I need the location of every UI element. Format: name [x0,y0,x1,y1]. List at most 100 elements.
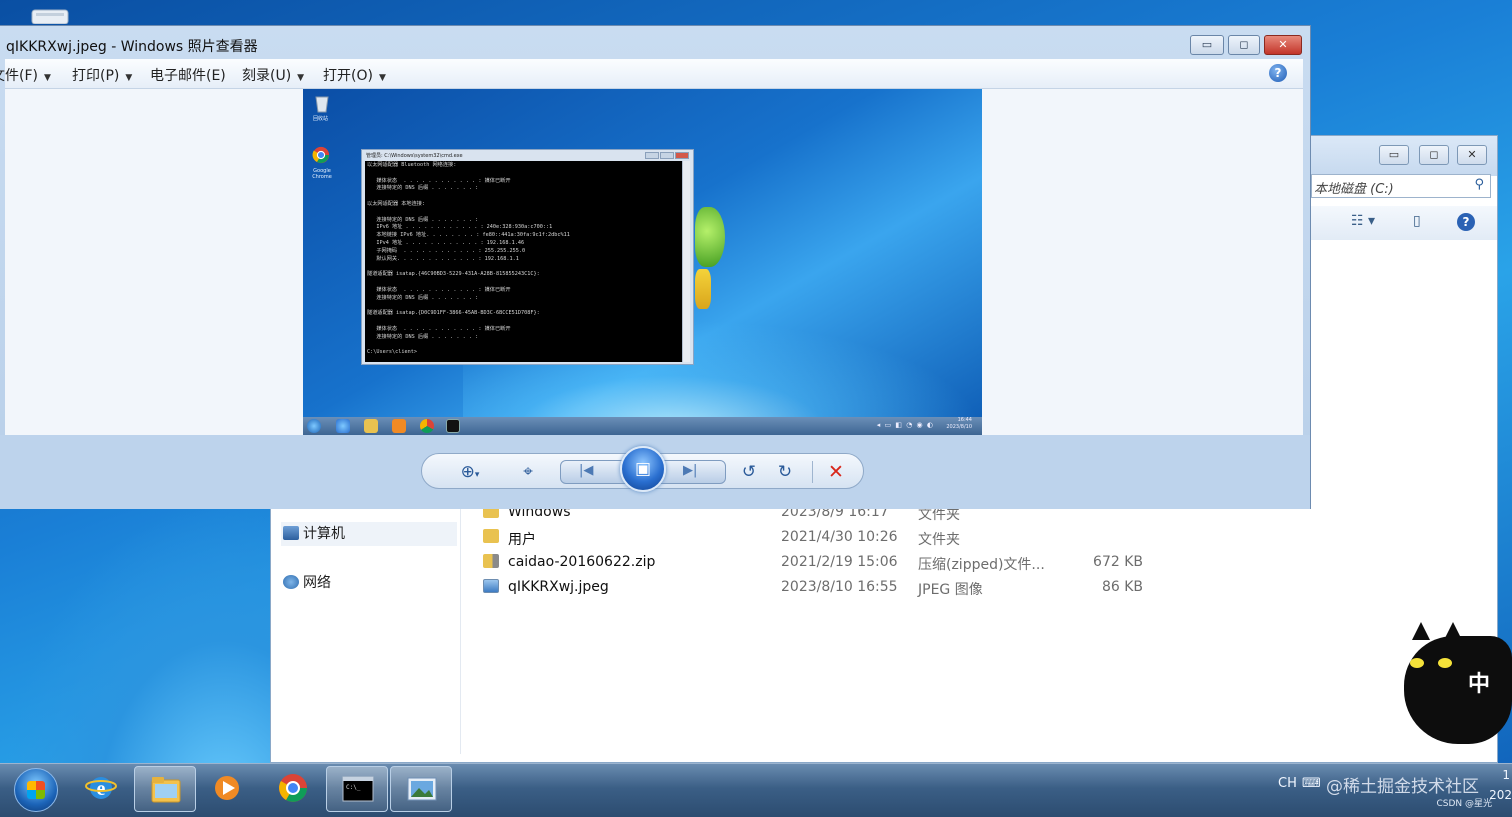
help-icon[interactable]: ? [1457,213,1475,231]
minimize-button[interactable]: ▭ [1190,35,1224,55]
help-icon[interactable]: ? [1269,64,1287,82]
windows-logo-fragment [695,269,711,309]
rotate-right-icon[interactable]: ↻ [771,460,799,484]
ime-indicator[interactable]: 中 [1468,666,1490,698]
explorer-icon [151,777,181,803]
cmd-line [367,302,681,310]
chevron-down-icon: ▼ [378,73,386,83]
menu-email[interactable]: 电子邮件(E) [150,65,226,85]
file-size: 86 KB [1101,579,1143,595]
minimize-button[interactable]: ▭ [1379,145,1409,165]
taskbar-app-explorer[interactable] [134,766,196,812]
window-title: qIKKRXwj.jpeg - Windows 照片查看器 [6,39,258,55]
nav-item-label: 计算机 [303,526,345,542]
chrome-icon [312,146,330,164]
cmd-line [367,209,681,217]
watermark-text: @稀土掘金技术社区 [1326,777,1479,797]
cmd-line: 媒体状态 . . . . . . . . . . . . : 媒体已断开 [367,286,511,293]
search-icon[interactable]: ⚲ [1474,177,1484,192]
chevron-down-icon: ▼ [297,73,305,83]
file-date: 2023/8/10 16:55 [781,579,898,595]
nav-item-computer[interactable]: 计算机 [281,522,457,546]
cmd-line: 子网掩码 . . . . . . . . . . . . : 255.255.2… [367,247,526,254]
file-row[interactable]: 用户 2021/4/30 10:26 文件夹 [483,526,1163,550]
start-button[interactable] [14,768,58,812]
file-name: caidao-20160622.zip [508,554,656,570]
file-name: 用户 [508,532,536,548]
previous-icon[interactable]: |◀ [579,463,593,478]
close-button[interactable]: ✕ [1264,35,1302,55]
file-size: 672 KB [1093,554,1143,570]
clock-time[interactable]: 1 [1502,768,1510,782]
tray-icons: ◂ ▭ ◧ ◔ ◉ ◐ [876,421,934,429]
menu-file[interactable]: 文件(F)▼ [0,65,51,85]
windows-logo-fragment [695,207,725,267]
preview-pane-icon[interactable]: ▯ [1413,213,1421,229]
desktop-icon-label: Google Chrome [312,168,332,180]
nav-item-label: 网络 [303,575,331,591]
cmd-line [367,170,681,178]
internet-explorer-icon [336,419,350,433]
taskbar-app-ie[interactable]: e [70,766,132,812]
language-indicator[interactable]: CH [1278,776,1297,791]
clock-date[interactable]: 202 [1489,788,1512,802]
taskbar-app-photo-viewer[interactable] [390,766,452,812]
menu-bar: 文件(F)▼ 打印(P)▼ 电子邮件(E) 刻录(U)▼ 打开(O)▼ ? [0,59,1303,89]
cmd-title: 管理员: C:\Windows\system32\cmd.exe [366,153,463,159]
cmd-line: 隧道适配器 isatap.{D0C9D1FF-3866-45AB-BD3C-6B… [367,310,540,317]
displayed-photo: 回收站 Google Chrome 管理员: C:\Windows\system… [303,89,982,435]
taskbar-app-media[interactable] [196,766,258,812]
explorer-toolbar: ☷ ▾ ▯ ? [1311,206,1497,240]
zip-folder-icon [483,554,499,568]
desktop-wallpaper [0,500,280,770]
cmd-output: 以太网适配器 Bluetooth 网络连接: 媒体状态 . . . . . . … [365,161,683,362]
delete-icon[interactable]: ✕ [822,460,850,484]
taskbar-app-cmd[interactable]: C:\_ [326,766,388,812]
file-row[interactable]: qIKKRXwj.jpeg 2023/8/10 16:55 JPEG 图像 86… [483,576,1163,600]
cmd-line: 以太网适配器 本地连接: [367,200,426,207]
rotate-left-icon[interactable]: ↺ [735,460,763,484]
photo-taskbar: ◂ ▭ ◧ ◔ ◉ ◐ 16:44 2023/8/10 [303,417,982,435]
close-button[interactable]: ✕ [1457,145,1487,165]
view-options-icon[interactable]: ☷ ▾ [1351,213,1375,229]
maximize-button[interactable]: ◻ [1419,145,1449,165]
cat-eye [1410,658,1424,668]
file-type: JPEG 图像 [918,582,983,598]
address-bar[interactable]: 本地磁盘 (C:) ⚲ [1311,174,1491,198]
explorer-icon [364,419,378,433]
photo-viewer-window: qIKKRXwj.jpeg - Windows 照片查看器 ▭ ◻ ✕ 文件(F… [0,25,1311,509]
cmd-line: 隧道适配器 isatap.{46C90BD3-5229-431A-A28B-81… [367,271,540,278]
cmd-line: 媒体状态 . . . . . . . . . . . . : 媒体已断开 [367,325,511,332]
taskbar-app-chrome[interactable] [262,766,324,812]
cmd-line [367,341,681,349]
menu-open[interactable]: 打开(O) ▼ [323,65,386,85]
menu-burn[interactable]: 刻录(U) ▼ [242,65,304,85]
media-player-icon [215,776,239,800]
file-row[interactable]: caidao-20160622.zip 2021/2/19 15:06 压缩(z… [483,551,1163,575]
keyboard-icon[interactable]: ⌨ [1302,776,1321,791]
cmd-window-screenshot: 管理员: C:\Windows\system32\cmd.exe 以太网适配器 … [361,149,694,365]
zoom-icon[interactable]: ⊕▾ [452,460,488,484]
menu-print[interactable]: 打印(P) ▼ [72,65,132,85]
chrome-icon [279,774,307,802]
recycle-bin-icon[interactable] [28,4,72,24]
cmd-line: 连接特定的 DNS 后缀 . . . . . . . : [367,333,479,340]
cmd-line: 默认网关. . . . . . . . . . . . . : 192.168.… [367,255,519,262]
slideshow-icon[interactable]: ▣ [620,446,666,492]
fit-icon[interactable]: ⌖ [514,460,542,484]
maximize-button[interactable]: ◻ [1228,35,1260,55]
chevron-down-icon: ▼ [43,73,51,83]
cmd-line: IPv4 地址 . . . . . . . . . . . . : 192.16… [367,239,525,246]
nav-item-network[interactable]: 网络 [281,571,457,595]
next-icon[interactable]: ▶| [683,463,697,478]
file-type: 压缩(zipped)文件... [918,557,1045,573]
file-date: 2021/2/19 15:06 [781,554,898,570]
photo-clock: 16:44 2023/8/10 [946,417,972,430]
control-strip: ⊕▾ ⌖ |◀ ▶| ▣ ↺ ↻ ✕ [421,446,864,492]
start-icon [307,419,321,433]
cat-eye [1438,658,1452,668]
address-text: 本地磁盘 (C:) [1314,182,1394,197]
computer-icon [283,526,299,540]
internet-explorer-icon: e [85,777,117,800]
cmd-line [367,263,681,271]
